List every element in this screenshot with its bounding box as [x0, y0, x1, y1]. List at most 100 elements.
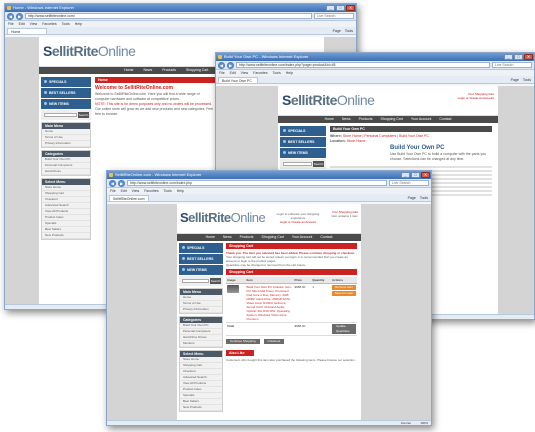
page-menu[interactable]: Page — [511, 78, 519, 82]
continue-shopping-button[interactable]: Continue Shopping — [226, 339, 260, 344]
sidebar-specials[interactable]: SPECIALS — [179, 243, 223, 253]
item-description[interactable]: Build Your Own PC Chassis: Gen-Pro Silen… — [245, 283, 294, 323]
back-icon[interactable]: ◀ — [7, 12, 14, 20]
select-link[interactable]: New Products — [180, 405, 222, 411]
cart-table-heading: Shopping Cart — [226, 269, 357, 275]
select-link[interactable]: New Products — [42, 233, 90, 239]
sidebar-best-sellers[interactable]: BEST SELLERS — [280, 137, 326, 147]
also-like-text: Customers who bought this item also purc… — [226, 358, 356, 362]
category-link[interactable]: Hard Drives — [42, 169, 90, 175]
title-bar: SellitRiteOnline.com - Windows Internet … — [107, 171, 431, 179]
nav-news[interactable]: News — [342, 116, 351, 123]
search-input[interactable]: Live Search — [492, 62, 532, 68]
nav-products[interactable]: Products — [359, 116, 373, 123]
maximize-button[interactable]: □ — [336, 5, 345, 11]
tab-build-pc[interactable]: Build Your Own PC — [218, 77, 258, 83]
title-bar: Build Your Own PC - Windows Internet Exp… — [216, 53, 534, 61]
sidebar-search-input[interactable] — [44, 113, 77, 117]
nav-shopping-cart[interactable]: Shopping Cart — [261, 234, 283, 241]
nav-your-account[interactable]: Your Account — [411, 116, 432, 123]
update-quantities-button[interactable]: Update Quantities — [332, 324, 356, 334]
window-title: Home - Windows Internet Explorer — [13, 5, 75, 10]
minimize-button[interactable]: _ — [326, 5, 335, 11]
search-button[interactable]: Search — [78, 112, 89, 118]
forward-icon[interactable]: ▶ — [118, 179, 125, 187]
sidebar-search-input[interactable] — [182, 279, 209, 283]
page-viewport: SellitRiteOnline Login to enhance your s… — [107, 204, 431, 420]
forward-icon[interactable]: ▶ — [16, 12, 23, 20]
minimize-button[interactable]: _ — [504, 54, 513, 60]
maximize-button[interactable]: □ — [411, 172, 420, 178]
tab-bar: SellitRiteOnline.com Page Tools — [107, 194, 431, 202]
back-icon[interactable]: ◀ — [218, 61, 225, 69]
nav-news[interactable]: News — [223, 234, 232, 241]
sidebar-new-items[interactable]: NEW ITEMS — [280, 148, 326, 158]
site-logo[interactable]: SellitRiteOnline — [282, 92, 375, 108]
cart-table: Image Item Price Quantity Actions Build … — [226, 277, 357, 336]
nav-contact[interactable]: Contact — [439, 116, 451, 123]
nav-news[interactable]: News — [143, 67, 152, 74]
menu-link[interactable]: Privacy Information — [180, 307, 222, 313]
intro-text: Our online store will grow as we add new… — [95, 107, 214, 116]
categories-box: Categories Build Your Own PC Personal Co… — [179, 316, 223, 348]
nav-products[interactable]: Products — [240, 234, 254, 241]
sidebar-best-sellers[interactable]: BEST SELLERS — [41, 88, 91, 98]
zoom-level[interactable]: 100% — [420, 421, 428, 425]
address-input[interactable]: http://www.sellitriteonline.com/index.ph… — [236, 62, 490, 68]
checkout-button[interactable]: Checkout — [263, 339, 285, 344]
welcome-title: Welcome to SellitRiteOnline.com — [95, 85, 173, 91]
ie-icon — [109, 173, 113, 177]
nav-home[interactable]: Home — [325, 116, 334, 123]
category-link[interactable]: Monitors — [180, 341, 222, 347]
page-menu[interactable]: Page — [408, 196, 416, 200]
tab-sellitrite[interactable]: SellitRiteOnline.com — [109, 195, 149, 201]
page-menu[interactable]: Page — [333, 29, 341, 33]
main-menu-box: Main Menu Home Terms of Use Privacy Info… — [41, 122, 91, 148]
back-icon[interactable]: ◀ — [109, 179, 116, 187]
item-quantity[interactable]: 1 — [311, 283, 331, 323]
tools-menu[interactable]: Tools — [523, 78, 531, 82]
site-logo[interactable]: SellitRiteOnline — [180, 210, 266, 225]
search-button[interactable]: Search — [313, 161, 324, 167]
product-thumbnail[interactable] — [227, 285, 239, 293]
address-input[interactable]: http://www.sellitriteonline.com/index.ph… — [127, 180, 387, 186]
minimize-button[interactable]: _ — [401, 172, 410, 178]
browser-window-cart[interactable]: SellitRiteOnline.com - Windows Internet … — [106, 170, 432, 426]
forward-icon[interactable]: ▶ — [227, 61, 234, 69]
tools-menu[interactable]: Tools — [345, 29, 353, 33]
sidebar-best-sellers[interactable]: BEST SELLERS — [179, 254, 223, 264]
menu-link[interactable]: Privacy Information — [42, 141, 90, 147]
nav-shopping-cart[interactable]: Shopping Cart — [186, 67, 208, 74]
nav-your-account[interactable]: Your Account — [292, 234, 313, 241]
close-button[interactable]: ✕ — [346, 5, 355, 11]
login-link[interactable]: Login or Create an Account — [458, 96, 494, 100]
save-for-later-button[interactable]: Save for Later — [332, 291, 356, 296]
sidebar-specials[interactable]: SPECIALS — [280, 126, 326, 136]
sidebar-new-items[interactable]: NEW ITEMS — [179, 265, 223, 275]
nav-home[interactable]: Home — [206, 234, 215, 241]
sidebar-new-items[interactable]: NEW ITEMS — [41, 99, 91, 109]
login-link[interactable]: Login or Create an Account — [275, 220, 321, 224]
header-login-links: Login to enhance your shopping experienc… — [275, 212, 321, 224]
search-button[interactable]: Search — [210, 278, 221, 284]
cart-count: Cart contains 1 item — [331, 214, 358, 218]
search-input[interactable]: Live Search — [389, 180, 429, 186]
sidebar-specials[interactable]: SPECIALS — [41, 77, 91, 87]
tab-home[interactable]: Home — [7, 28, 47, 34]
close-button[interactable]: ✕ — [421, 172, 430, 178]
welcome-text: Welcome to SellItRiteOnline.com. Here yo… — [95, 92, 200, 101]
search-input[interactable]: Live Search — [314, 13, 354, 19]
sidebar-search: Search — [280, 159, 326, 169]
nav-products[interactable]: Products — [162, 67, 176, 74]
address-input[interactable]: http://www.sellitriteonline.com/ — [25, 13, 312, 19]
close-button[interactable]: ✕ — [524, 54, 533, 60]
site-logo[interactable]: SellitRiteOnline — [43, 43, 136, 59]
sidebar-search-input[interactable] — [283, 162, 312, 166]
tools-menu[interactable]: Tools — [420, 196, 428, 200]
nav-shopping-cart[interactable]: Shopping Cart — [380, 116, 402, 123]
maximize-button[interactable]: □ — [514, 54, 523, 60]
total-label: Total — [226, 322, 246, 336]
nav-home[interactable]: Home — [124, 67, 133, 74]
nav-contact[interactable]: Contact — [320, 234, 332, 241]
remove-item-button[interactable]: Remove Item — [332, 285, 356, 290]
